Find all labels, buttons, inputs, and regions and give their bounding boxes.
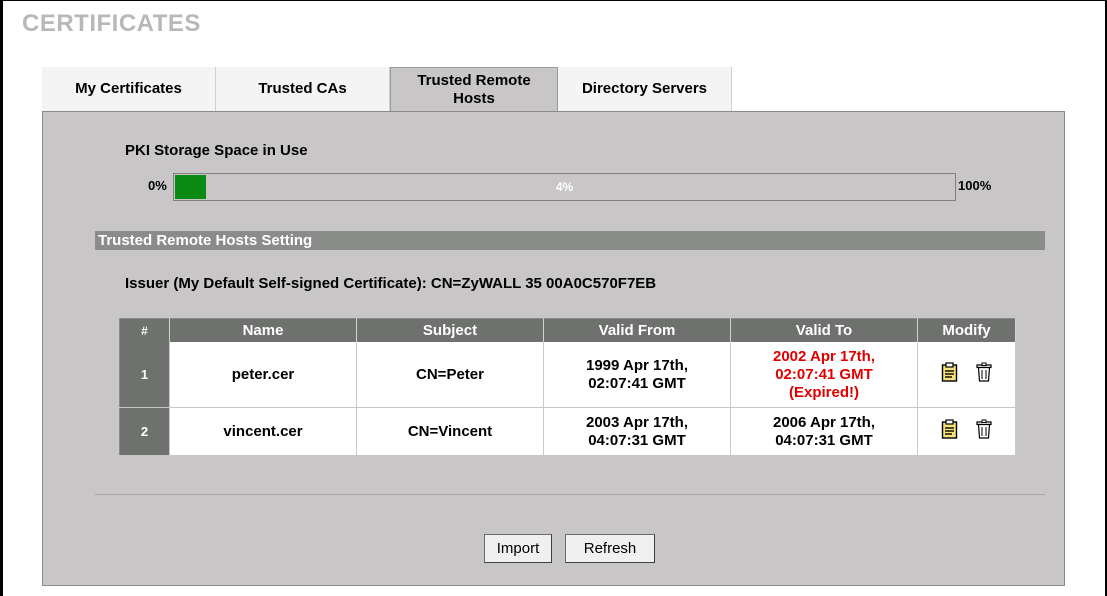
valid-from-date: 1999 Apr 17th, [586,356,688,374]
trusted-hosts-table: # Name Subject Valid From Valid To Modif… [119,318,1016,456]
column-header-modify: Modify [917,318,1016,342]
divider [95,494,1045,495]
row-index: 2 [119,407,170,456]
column-header-num[interactable]: # [119,318,170,342]
valid-from-date: 2003 Apr 17th, [586,413,688,431]
row-index: 1 [119,342,170,408]
issuer-text: Issuer (My Default Self-signed Certifica… [125,275,657,292]
cert-name: vincent.cer [169,407,357,456]
valid-from-time: 02:07:41 GMT [588,374,686,392]
cert-valid-from: 2003 Apr 17th, 04:07:31 GMT [543,407,731,456]
table-row: 1 peter.cer CN=Peter 1999 Apr 17th, 02:0… [119,342,1016,408]
pki-storage-label: PKI Storage Space in Use [125,142,308,159]
valid-to-date: 2002 Apr 17th, [773,347,875,365]
modify-cell [917,407,1016,456]
window-frame-top [0,0,1107,1]
table-header-row: # Name Subject Valid From Valid To Modif… [119,318,1016,342]
progress-usage-text: 4% [555,180,574,194]
valid-to-time: 02:07:41 GMT [775,365,873,383]
content-panel: PKI Storage Space in Use 0% 4% 100% Trus… [42,111,1065,586]
trash-icon[interactable] [975,362,992,387]
cert-name: peter.cer [169,342,357,408]
refresh-button[interactable]: Refresh [565,534,655,563]
cert-valid-to: 2002 Apr 17th, 02:07:41 GMT (Expired!) [730,342,918,408]
tab-directory-servers[interactable]: Directory Servers [558,67,732,111]
table-row: 2 vincent.cer CN=Vincent 2003 Apr 17th, … [119,407,1016,456]
progress-min-label: 0% [148,178,167,193]
trash-icon[interactable] [975,419,992,444]
page-title: CERTIFICATES [22,10,201,37]
pki-storage-progress-bar: 4% [173,173,956,201]
column-header-valid-from[interactable]: Valid From [543,318,731,342]
column-header-valid-to[interactable]: Valid To [730,318,918,342]
cert-subject: CN=Vincent [356,407,544,456]
section-header: Trusted Remote Hosts Setting [95,231,1045,250]
valid-from-time: 04:07:31 GMT [588,431,686,449]
tab-trusted-remote-hosts[interactable]: Trusted Remote Hosts [390,67,558,111]
tab-my-certificates[interactable]: My Certificates [42,67,216,111]
expired-label: (Expired!) [788,383,859,401]
column-header-name[interactable]: Name [169,318,357,342]
valid-to-time: 04:07:31 GMT [775,431,873,449]
window-frame-left [0,0,3,596]
cert-subject: CN=Peter [356,342,544,408]
tab-bar: My Certificates Trusted CAs Trusted Remo… [42,67,732,111]
valid-to-date: 2006 Apr 17th, [773,413,875,431]
modify-cell [917,342,1016,408]
cert-valid-to: 2006 Apr 17th, 04:07:31 GMT [730,407,918,456]
edit-icon[interactable] [941,419,959,444]
cert-valid-from: 1999 Apr 17th, 02:07:41 GMT [543,342,731,408]
column-header-subject[interactable]: Subject [356,318,544,342]
tab-trusted-remote-hosts-label: Trusted Remote Hosts [417,71,531,107]
progress-max-label: 100% [958,178,992,193]
import-button[interactable]: Import [484,534,552,563]
edit-icon[interactable] [941,362,959,387]
tab-trusted-cas[interactable]: Trusted CAs [216,67,390,111]
